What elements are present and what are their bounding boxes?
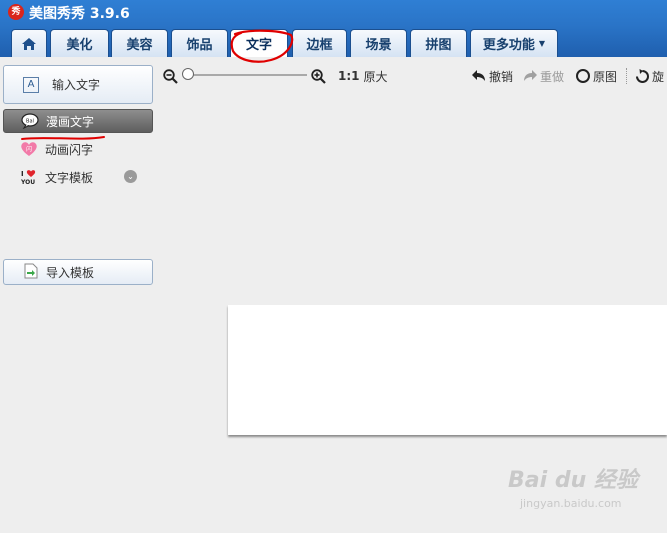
flash-text-icon: 闪 — [20, 141, 38, 157]
sidebar-item-label: 文字模板 — [45, 170, 94, 185]
text-a-icon: A — [23, 76, 39, 93]
redo-button[interactable]: 重做 — [522, 67, 564, 85]
zoom-out-icon — [163, 68, 178, 84]
tab-beauty[interactable]: 美容 — [111, 29, 168, 57]
zoom-in-icon — [311, 68, 326, 84]
toolbar-divider — [626, 68, 628, 84]
undo-icon — [472, 70, 485, 81]
tab-more-features[interactable]: 更多功能 ▼ — [470, 29, 558, 57]
tab-border[interactable]: 边框 — [292, 29, 347, 57]
input-text-button[interactable]: A 输入文字 — [3, 65, 153, 104]
love-you-icon: I YOU — [20, 169, 38, 185]
title-tab-bar: 秀 美图秀秀 3.9.6 美化 美容 饰品 文字 边框 场景 拼图 更多功能 ▼ — [0, 0, 667, 57]
undo-button[interactable]: 撤销 — [471, 67, 513, 85]
actual-size-button[interactable]: 1:1 原大 — [338, 67, 388, 85]
baidu-watermark-url: jingyan.baidu.com — [520, 497, 622, 510]
home-icon — [22, 37, 36, 50]
actual-size-ratio: 1:1 — [338, 69, 360, 83]
import-document-icon — [24, 263, 38, 282]
rotate-icon — [636, 68, 649, 83]
tab-accessories[interactable]: 饰品 — [171, 29, 228, 57]
import-template-label: 导入模板 — [46, 265, 95, 280]
svg-text:I: I — [21, 170, 24, 178]
tab-beautify[interactable]: 美化 — [50, 29, 109, 57]
image-canvas[interactable] — [228, 305, 667, 435]
rotate-button[interactable]: 旋 — [635, 67, 664, 85]
rotate-label: 旋 — [652, 69, 665, 84]
actual-size-label: 原大 — [363, 69, 388, 84]
zoom-out-button[interactable] — [163, 67, 178, 85]
zoom-slider-thumb[interactable] — [182, 68, 194, 80]
svg-text:Bal: Bal — [26, 119, 34, 125]
redo-label: 重做 — [540, 69, 565, 84]
tab-collage[interactable]: 拼图 — [410, 29, 467, 57]
app-logo: 秀 — [8, 4, 24, 20]
app-title: 美图秀秀 3.9.6 — [29, 6, 130, 22]
zoom-slider-track[interactable] — [185, 74, 307, 76]
undo-label: 撤销 — [489, 69, 514, 84]
speech-bubble-icon: Bal — [21, 113, 39, 129]
sidebar-item-label: 漫画文字 — [46, 114, 95, 129]
original-label: 原图 — [593, 69, 618, 84]
sidebar-item-comic-text[interactable]: Bal 漫画文字 — [3, 109, 153, 133]
tab-text[interactable]: 文字 — [230, 29, 288, 57]
zoom-in-button[interactable] — [311, 67, 326, 85]
original-circle-icon — [576, 69, 590, 83]
double-chevron-down-icon[interactable]: ⌄ — [124, 170, 137, 183]
sidebar-item-text-template[interactable]: I YOU 文字模板 ⌄ — [3, 165, 153, 189]
original-image-button[interactable]: 原图 — [576, 67, 617, 85]
dropdown-arrow-icon: ▼ — [538, 39, 546, 48]
svg-text:YOU: YOU — [20, 179, 35, 185]
redo-icon — [524, 70, 537, 81]
tab-home[interactable] — [11, 29, 47, 57]
import-template-button[interactable]: 导入模板 — [3, 259, 153, 285]
baidu-watermark: Bai du 经验 — [508, 468, 638, 493]
input-text-label: 输入文字 — [52, 78, 101, 92]
tab-scene[interactable]: 场景 — [350, 29, 407, 57]
sidebar-item-animated-text[interactable]: 闪 动画闪字 — [3, 137, 153, 161]
tab-more-label: 更多功能 — [482, 38, 535, 53]
svg-text:闪: 闪 — [26, 145, 32, 153]
sidebar-item-label: 动画闪字 — [45, 142, 94, 157]
